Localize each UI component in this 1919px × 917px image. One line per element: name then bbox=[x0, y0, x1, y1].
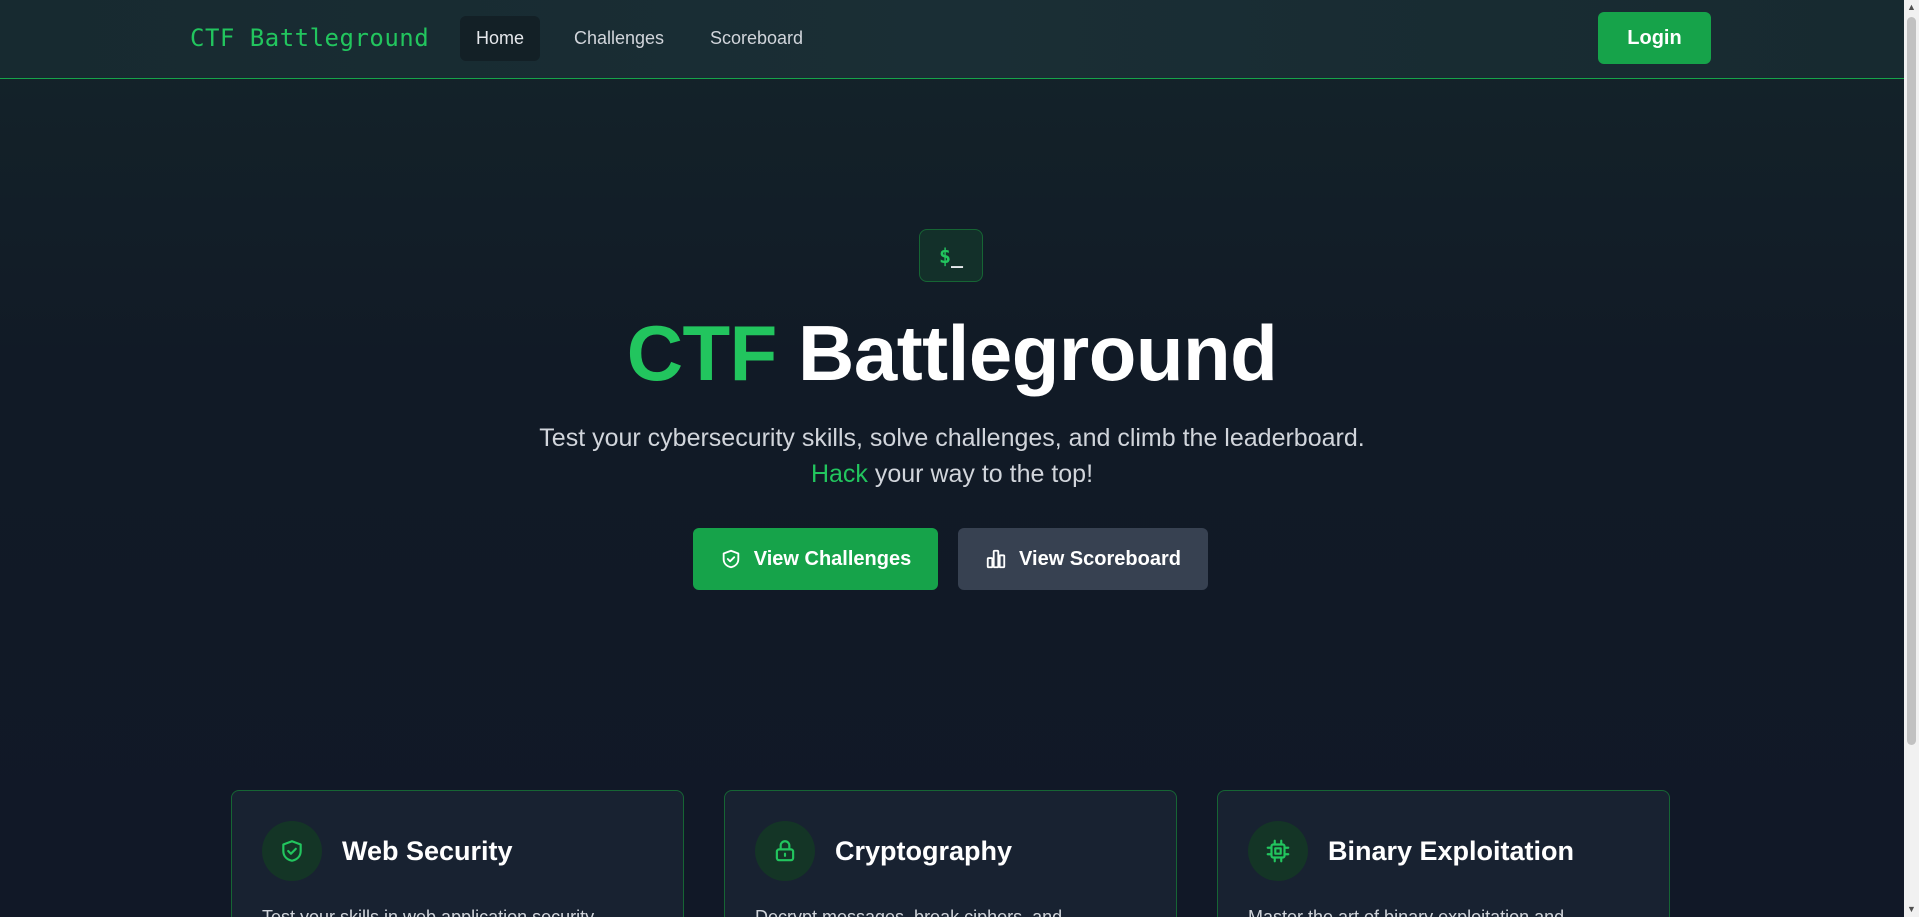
hero-subtitle-accent: Hack bbox=[810, 460, 868, 488]
category-card-web-security[interactable]: Web Security Test your skills in web app… bbox=[231, 790, 684, 917]
shield-icon bbox=[722, 549, 739, 569]
nav-link-home[interactable]: Home bbox=[460, 16, 541, 61]
card-icon-badge bbox=[1248, 821, 1308, 881]
card-icon-badge bbox=[755, 821, 815, 881]
hero-title-rest: Battleground bbox=[798, 309, 1278, 397]
lock-icon bbox=[775, 840, 795, 862]
card-title: Web Security bbox=[342, 836, 513, 866]
vertical-scrollbar[interactable]: ▲ ▼ bbox=[1904, 0, 1919, 917]
card-title: Cryptography bbox=[835, 836, 1013, 866]
terminal-prompt: $ bbox=[938, 244, 951, 268]
view-scoreboard-label: View Scoreboard bbox=[1019, 547, 1181, 570]
category-card-cryptography[interactable]: Cryptography Decrypt messages, break cip… bbox=[724, 790, 1177, 917]
hero-subtitle-line1: Test your cybersecurity skills, solve ch… bbox=[539, 424, 1365, 452]
hero-subtitle-line2: Hack your way to the top! bbox=[0, 456, 1904, 492]
hero-title-accent: CTF bbox=[626, 309, 778, 397]
card-description: Master the art of binary exploitation an… bbox=[1248, 907, 1565, 917]
page: CTF Battleground Home Challenges Scorebo… bbox=[0, 0, 1919, 917]
login-button[interactable]: Login bbox=[1598, 12, 1711, 64]
terminal-icon: $_ bbox=[919, 229, 983, 282]
card-description: Test your skills in web application secu… bbox=[262, 907, 595, 917]
hero-subtitle: Test your cybersecurity skills, solve ch… bbox=[0, 420, 1904, 492]
card-icon-badge bbox=[262, 821, 322, 881]
hero-subtitle-rest: your way to the top! bbox=[874, 460, 1094, 488]
cpu-icon bbox=[1266, 839, 1290, 863]
scroll-down-arrow-icon[interactable]: ▼ bbox=[1904, 902, 1919, 917]
view-challenges-button[interactable]: View Challenges bbox=[693, 528, 938, 590]
terminal-cursor: _ bbox=[951, 244, 964, 268]
bar-chart-icon bbox=[986, 549, 1006, 569]
scrollbar-thumb[interactable] bbox=[1907, 17, 1916, 745]
shield-check-icon bbox=[282, 840, 302, 862]
top-navbar: CTF Battleground Home Challenges Scorebo… bbox=[0, 0, 1904, 79]
card-description: Decrypt messages, break ciphers, and bbox=[755, 907, 1063, 917]
scroll-up-arrow-icon[interactable]: ▲ bbox=[1904, 0, 1919, 15]
nav-link-challenges[interactable]: Challenges bbox=[558, 16, 680, 61]
brand-logo-text[interactable]: CTF Battleground bbox=[190, 24, 429, 52]
card-title: Binary Exploitation bbox=[1328, 836, 1575, 866]
category-card-binary-exploitation[interactable]: Binary Exploitation Master the art of bi… bbox=[1217, 790, 1670, 917]
hero-title: CTF Battleground bbox=[0, 308, 1904, 399]
view-scoreboard-button[interactable]: View Scoreboard bbox=[958, 528, 1208, 590]
nav-link-scoreboard[interactable]: Scoreboard bbox=[694, 16, 819, 61]
view-challenges-label: View Challenges bbox=[753, 547, 912, 570]
